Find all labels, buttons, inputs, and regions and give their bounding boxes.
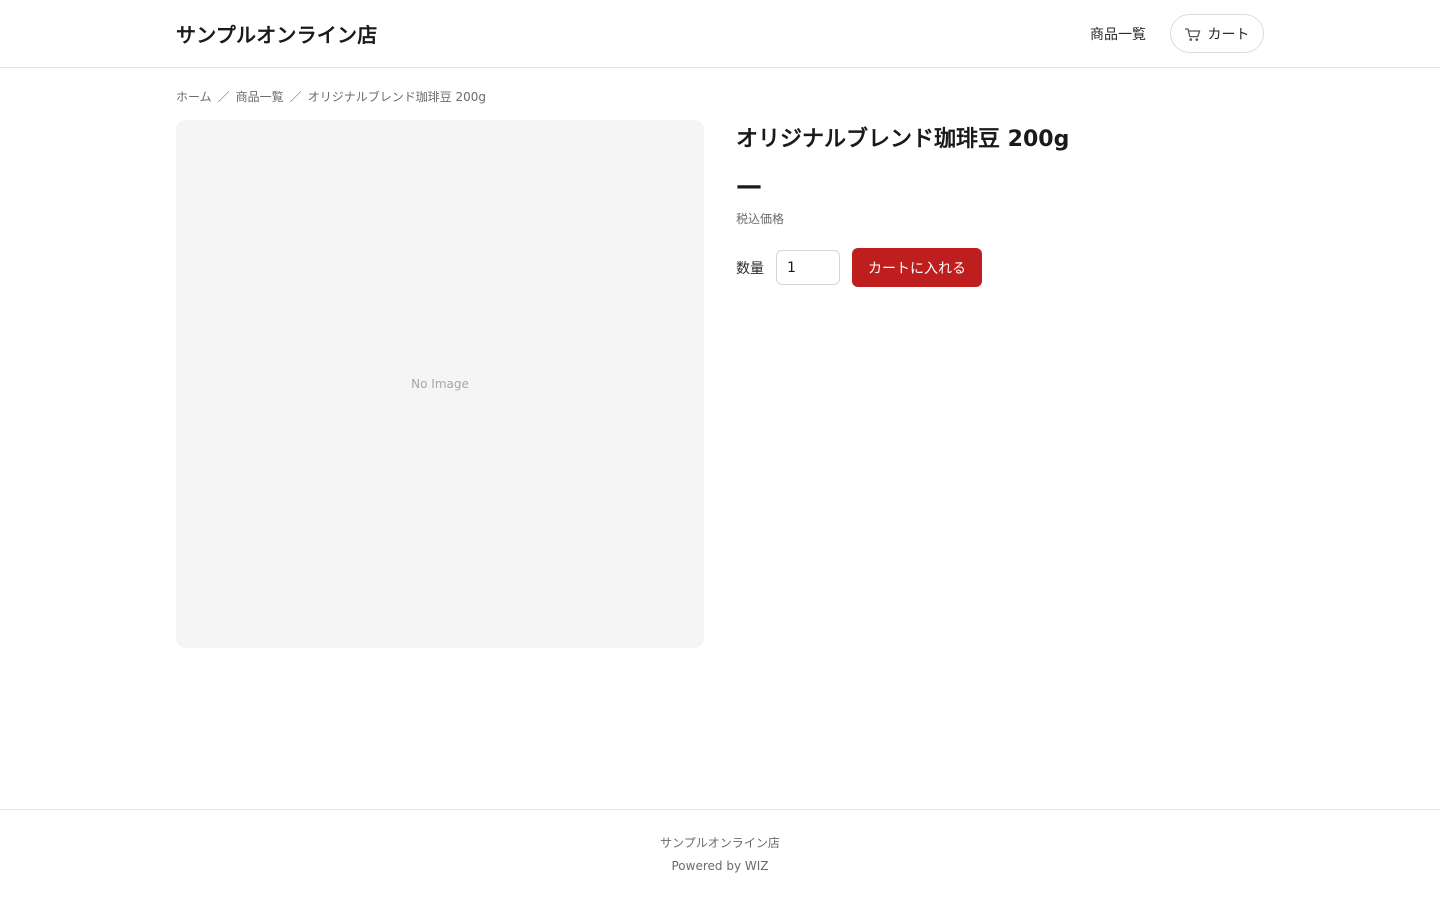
quantity-input[interactable] — [776, 250, 840, 285]
breadcrumb-separator: ／ — [217, 90, 230, 104]
product-title: オリジナルブレンド珈琲豆 200g — [736, 127, 1070, 152]
breadcrumb-separator: ／ — [289, 90, 302, 104]
cart-icon — [1184, 27, 1201, 41]
breadcrumb-products[interactable]: 商品一覧 — [236, 88, 284, 105]
product-page: サンプルオンライン店 商品一覧 カート ホーム ／ 商品一覧 ／ オリジナルブレ… — [0, 0, 1440, 900]
site-footer: サンプルオンライン店 Powered by WIZ — [0, 809, 1440, 900]
add-to-cart-button[interactable]: カートに入れる — [852, 248, 982, 287]
breadcrumb: ホーム ／ 商品一覧 ／ オリジナルブレンド珈琲豆 200g — [176, 88, 486, 105]
product-price: — — [736, 171, 762, 201]
product-image-placeholder: No Image — [176, 120, 704, 648]
footer-powered-by: Powered by WIZ — [671, 859, 769, 873]
no-image-text: No Image — [411, 377, 469, 391]
tax-label: 税込価格 — [736, 212, 785, 226]
cart-button[interactable]: カート — [1170, 14, 1264, 53]
cart-label: カート — [1207, 26, 1250, 43]
store-title[interactable]: サンプルオンライン店 — [176, 19, 377, 48]
breadcrumb-current: オリジナルブレンド珈琲豆 200g — [307, 90, 487, 104]
nav-link-products[interactable]: 商品一覧 — [1090, 24, 1146, 44]
quantity-label: 数量 — [736, 261, 764, 277]
footer-store-name: サンプルオンライン店 — [660, 836, 780, 850]
breadcrumb-home[interactable]: ホーム — [176, 88, 212, 105]
site-header: サンプルオンライン店 商品一覧 カート — [0, 0, 1440, 68]
